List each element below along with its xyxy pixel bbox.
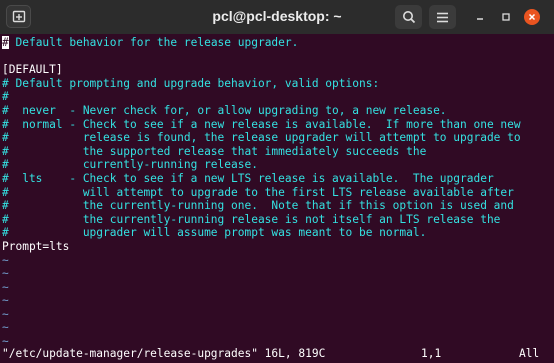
menu-button[interactable] <box>429 5 456 29</box>
status-cursor-position: 1,1 <box>421 347 442 360</box>
terminal-body[interactable]: # Default behavior for the release upgra… <box>0 34 554 363</box>
minimize-icon <box>477 18 483 20</box>
maximize-icon <box>502 13 510 21</box>
line-text: # Default prompting and upgrade behavior… <box>2 76 380 90</box>
minimize-button[interactable] <box>472 9 488 25</box>
title-bar: pcl@pcl-desktop: ~ <box>0 0 554 35</box>
empty-line-marker: ~ <box>2 294 521 308</box>
search-icon <box>402 11 415 24</box>
line-text: # will attempt to upgrade to the first L… <box>2 185 514 199</box>
editor-line: # normal - Check to see if a new release… <box>2 118 521 132</box>
editor-line: # the currently-running one. Note that i… <box>2 199 521 213</box>
editor-line: # upgrader will assume prompt was meant … <box>2 226 521 240</box>
editor-line: Prompt=lts <box>2 240 521 254</box>
empty-line-marker: ~ <box>2 308 521 322</box>
line-text: # never - Never check for, or allow upgr… <box>2 103 447 117</box>
line-text: ~ <box>2 321 9 335</box>
editor-line: # will attempt to upgrade to the first L… <box>2 186 521 200</box>
line-text: # the currently-running one. Note that i… <box>2 199 514 213</box>
line-text: # <box>2 90 9 104</box>
line-text: [DEFAULT] <box>2 63 63 77</box>
editor-line: # <box>2 90 521 104</box>
line-text: # currently-running release. <box>2 158 258 172</box>
maximize-button[interactable] <box>498 9 514 25</box>
line-text: ~ <box>2 294 9 308</box>
line-text: # the currently-running release is not i… <box>2 212 501 226</box>
terminal-window: pcl@pcl-desktop: ~ # Default behavior fo… <box>0 0 554 363</box>
editor-line: # never - Never check for, or allow upgr… <box>2 104 521 118</box>
status-line: "/etc/update-manager/release-upgrades" 1… <box>2 347 552 361</box>
line-text: # release is found, the release upgrader… <box>2 131 521 145</box>
line-text: # normal - Check to see if a new release… <box>2 117 521 131</box>
editor-line: # lts - Check to see if a new LTS releas… <box>2 172 521 186</box>
line-text: Prompt=lts <box>2 239 70 253</box>
hamburger-menu-icon <box>437 12 448 22</box>
editor-line: # Default prompting and upgrade behavior… <box>2 77 521 91</box>
empty-line-marker: ~ <box>2 254 521 268</box>
empty-line-marker: ~ <box>2 281 521 295</box>
close-icon <box>528 13 536 21</box>
line-text: ~ <box>2 267 9 281</box>
line-text: ~ <box>2 280 9 294</box>
line-text: ~ <box>2 253 9 267</box>
editor-line: [DEFAULT] <box>2 63 521 77</box>
empty-line-marker: ~ <box>2 267 521 281</box>
editor-line: # the supported release that immediately… <box>2 145 521 159</box>
line-text: # lts - Check to see if a new LTS releas… <box>2 171 494 185</box>
search-button[interactable] <box>395 5 422 29</box>
line-text: Default behavior for the release upgrade… <box>8 36 299 49</box>
editor-line: # release is found, the release upgrader… <box>2 131 521 145</box>
close-button[interactable] <box>524 9 540 25</box>
status-scroll-position: All <box>519 347 540 360</box>
line-text: # upgrader will assume prompt was meant … <box>2 226 427 240</box>
line-text: ~ <box>2 307 9 321</box>
empty-line-marker: ~ <box>2 321 521 335</box>
editor-line: # Default behavior for the release upgra… <box>2 36 521 50</box>
text-cursor: # <box>2 36 9 49</box>
editor-line: # currently-running release. <box>2 158 521 172</box>
window-title: pcl@pcl-desktop: ~ <box>212 8 342 24</box>
line-text: # the supported release that immediately… <box>2 144 427 158</box>
editor-line: # the currently-running release is not i… <box>2 213 521 227</box>
status-file-info: "/etc/update-manager/release-upgrades" 1… <box>2 347 326 360</box>
editor-buffer: # Default behavior for the release upgra… <box>2 36 521 349</box>
